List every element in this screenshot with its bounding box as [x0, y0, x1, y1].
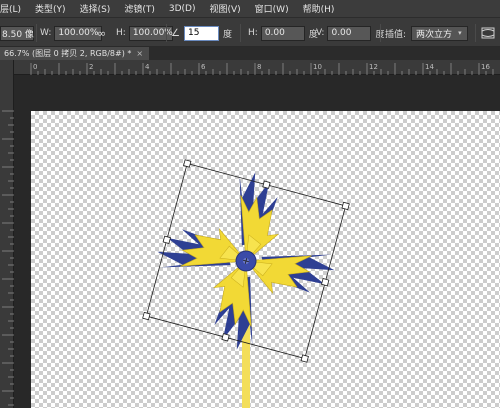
hskew-field[interactable]: 0.00	[260, 25, 305, 41]
menu-layer[interactable]: 层(L)	[0, 2, 27, 15]
ruler-label: 4	[145, 63, 150, 71]
hskew-label: H:	[248, 28, 258, 38]
transform-handle[interactable]	[262, 180, 271, 189]
divider	[36, 24, 37, 42]
ruler-label: 2	[89, 63, 93, 71]
menu-type[interactable]: 类型(Y)	[27, 2, 72, 15]
rotation-field[interactable]: 15	[183, 25, 219, 41]
document-tab-bar: 66.7% (图层 0 拷贝 2, RGB/8#) * ×	[0, 47, 500, 60]
ruler-ticks: 0 2 4 6 8 10 12 14 16	[30, 63, 494, 75]
vskew-field[interactable]: 0.00	[327, 25, 372, 41]
ruler-label: 8	[257, 63, 261, 71]
document-tab[interactable]: 66.7% (图层 0 拷贝 2, RGB/8#) * ×	[0, 47, 150, 60]
pinwheel-artwork[interactable]	[14, 75, 500, 408]
rotation-unit: 度	[222, 29, 232, 40]
menu-select[interactable]: 选择(S)	[72, 2, 117, 15]
ruler-label: 10	[313, 63, 322, 71]
options-bar: 8.50 像 W: 100.00% ∞ H: 100.00% ∠ 15 度 H:…	[0, 17, 500, 47]
ruler-label: 16	[481, 63, 490, 71]
vertical-ruler[interactable]	[0, 60, 14, 408]
ruler-ticks	[2, 110, 14, 406]
interpolation-value: 两次立方	[416, 29, 453, 40]
width-field[interactable]: 100.00%	[54, 25, 103, 41]
transform-handle[interactable]	[300, 354, 309, 363]
divider	[240, 24, 241, 42]
ruler-label: 14	[425, 63, 434, 71]
ruler-label: 0	[33, 63, 37, 71]
reference-point-field[interactable]: 8.50 像	[0, 25, 34, 41]
transform-handle[interactable]	[221, 333, 230, 342]
divider	[380, 24, 381, 42]
workspace	[14, 75, 500, 408]
ruler-label: 6	[201, 63, 206, 71]
menu-bar: 层(L) 类型(Y) 选择(S) 滤镜(T) 3D(D) 视图(V) 窗口(W)…	[0, 0, 500, 17]
link-icon[interactable]: ∞	[97, 27, 106, 40]
transform-handle[interactable]	[321, 278, 330, 287]
close-icon[interactable]: ×	[136, 49, 143, 58]
vskew-label: V:	[316, 28, 325, 38]
interpolation-label: 插值:	[385, 29, 407, 40]
transform-handle[interactable]	[183, 159, 192, 168]
width-label: W:	[40, 28, 52, 38]
menu-view[interactable]: 视图(V)	[201, 2, 246, 15]
divider	[166, 24, 167, 42]
transform-handle[interactable]	[341, 201, 350, 211]
menu-window[interactable]: 窗口(W)	[247, 2, 295, 15]
horizontal-ruler[interactable]: 0 2 4 6 8 10 12 14 16	[14, 60, 500, 75]
document-tab-title: 66.7% (图层 0 拷贝 2, RGB/8#) *	[4, 49, 132, 58]
rotate-angle-icon: ∠	[171, 27, 180, 39]
transform-handle[interactable]	[142, 311, 151, 321]
ruler-label: 12	[369, 63, 378, 71]
menu-filter[interactable]: 滤镜(T)	[116, 2, 161, 15]
divider	[475, 24, 476, 42]
chevron-down-icon: ▾	[458, 29, 462, 37]
interpolation-select[interactable]: 两次立方 ▾	[411, 25, 469, 41]
menu-3d[interactable]: 3D(D)	[161, 4, 202, 14]
menu-help[interactable]: 帮助(H)	[295, 2, 341, 15]
height-label: H:	[116, 28, 126, 38]
transform-handle[interactable]	[162, 235, 171, 244]
warp-icon[interactable]	[481, 27, 495, 39]
